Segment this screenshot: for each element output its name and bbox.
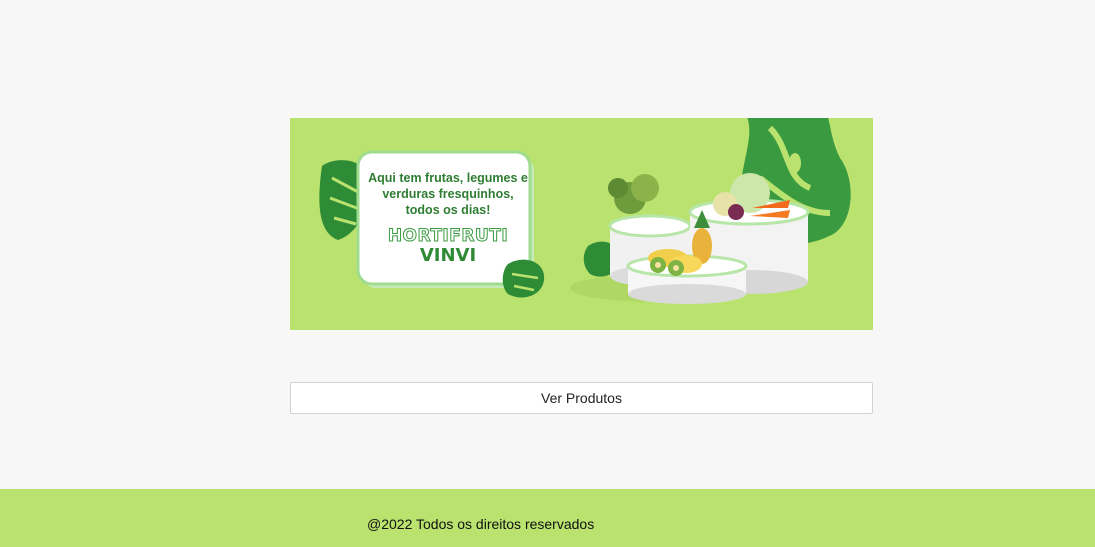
- page: Aqui tem frutas, legumes e verduras fres…: [0, 0, 1095, 547]
- banner-tagline-line-1: Aqui tem frutas, legumes e: [368, 171, 528, 185]
- banner-illustration: [319, 118, 851, 304]
- banner-tagline: Aqui tem frutas, legumes e verduras fres…: [366, 170, 530, 218]
- hero-banner: Aqui tem frutas, legumes e verduras fres…: [290, 118, 873, 330]
- footer: @2022 Todos os direitos reservados: [0, 489, 1095, 547]
- banner-tagline-line-2: verduras fresquinhos,: [382, 187, 514, 201]
- ver-produtos-button[interactable]: Ver Produtos: [290, 382, 873, 414]
- banner-tagline-line-3: todos os dias!: [405, 203, 491, 217]
- brand-name-line-1: HORTIFRUTI: [387, 226, 509, 247]
- footer-copyright: @2022 Todos os direitos reservados: [367, 516, 595, 532]
- brand-name-line-2: VINVI: [419, 245, 477, 266]
